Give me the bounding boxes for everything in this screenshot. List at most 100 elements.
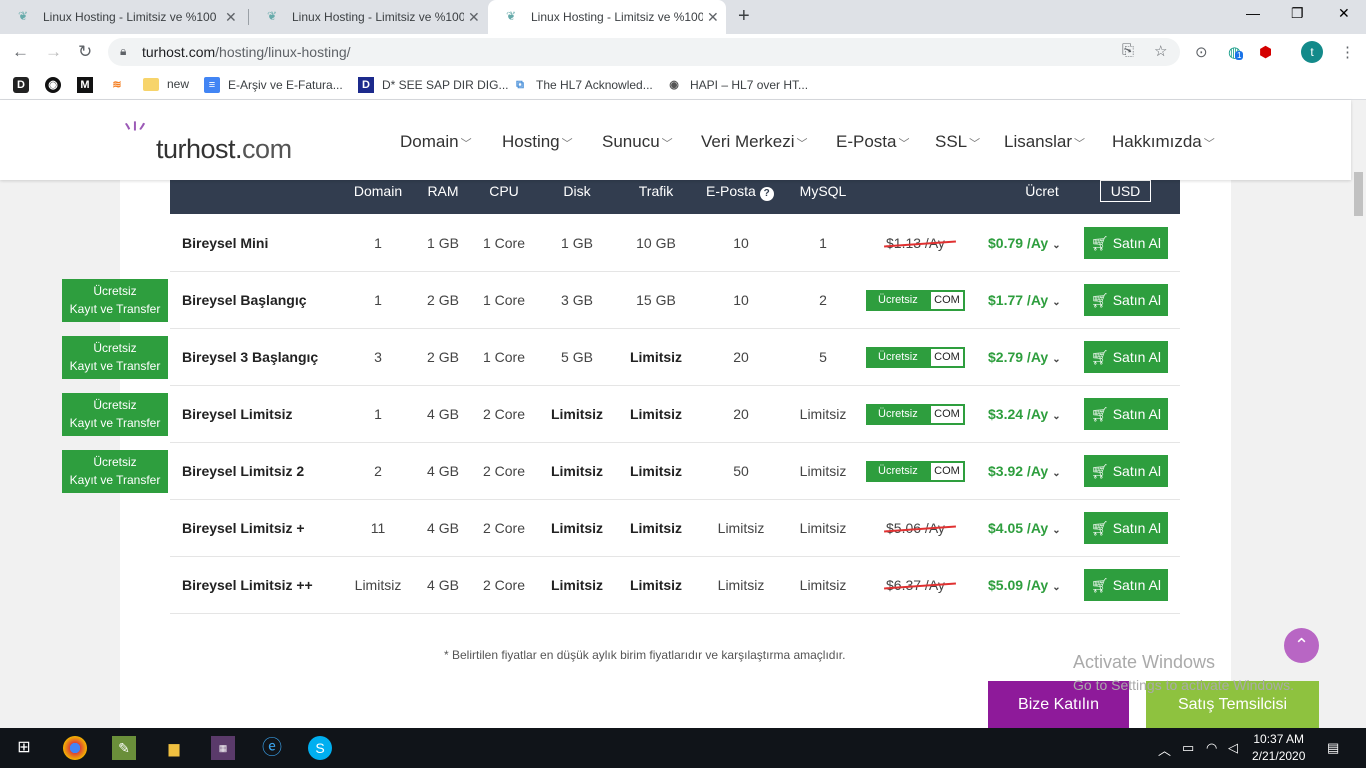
free-com-badge: Ücretsiz COM <box>866 404 965 425</box>
file-explorer-icon[interactable]: ▆ <box>162 736 186 760</box>
back-icon[interactable]: ← <box>12 42 29 62</box>
free-com-badge: Ücretsiz COM <box>866 461 965 482</box>
app-icon[interactable]: ▦ <box>211 736 235 760</box>
notepad-icon[interactable]: ✎ <box>112 736 136 760</box>
system-clock[interactable]: 10:37 AM 2/21/2020 <box>1252 731 1305 765</box>
table-row: Bireysel Mini 1 1 GB 1 Core 1 GB 10 GB 10 1 $1.1… <box>170 215 1180 272</box>
scroll-to-top-button[interactable]: ⌃ <box>1284 628 1319 663</box>
nav-veri-merkezi[interactable]: Veri Merkezi ﹀ <box>701 132 808 152</box>
table-row: Bireysel 3 Başlangıç 3 2 GB 1 Core 5 GB Limit… <box>170 329 1180 386</box>
buy-button[interactable]: 🛒︎ Satın Al <box>1084 455 1168 487</box>
price-selector[interactable]: $3.24 /Ay ⌄ <box>988 406 1061 422</box>
nav-eposta[interactable]: E-Posta ﹀ <box>836 132 909 152</box>
nav-ssl[interactable]: SSL ﹀ <box>935 132 980 152</box>
menu-kebab-icon[interactable]: ⋮ <box>1340 43 1355 61</box>
nav-lisanslar[interactable]: Lisanslar ﹀ <box>1004 132 1085 152</box>
chrome-taskbar-icon[interactable] <box>63 736 87 760</box>
new-tab-button[interactable]: + <box>738 5 750 28</box>
buy-button[interactable]: 🛒︎ Satın Al <box>1084 227 1168 259</box>
profile-avatar[interactable]: t <box>1301 41 1323 63</box>
volume-icon[interactable]: ◁ <box>1228 740 1238 756</box>
help-icon[interactable]: ? <box>759 187 774 201</box>
skype-icon[interactable]: S <box>308 736 332 760</box>
logo-text: turhost.com <box>156 134 292 164</box>
cell-email: 10 <box>733 292 749 308</box>
windows-start-icon[interactable]: ⊞ <box>12 736 36 760</box>
scrollbar-thumb[interactable] <box>1354 172 1363 216</box>
translate-icon[interactable]: ⎘ <box>1122 42 1134 59</box>
forward-icon[interactable]: → <box>45 42 62 62</box>
nav-hosting[interactable]: Hosting ﹀ <box>502 132 573 152</box>
bookmark-hapi[interactable]: ◉ HAPI – HL7 over HT... <box>666 77 808 93</box>
table-row: Bireysel Limitsiz 2 2 4 GB 2 Core Limitsiz Li… <box>170 443 1180 500</box>
turhost-logo[interactable]: ⺌ turhost.com <box>122 114 302 164</box>
cell-domain: 2 <box>374 463 382 479</box>
notifications-icon[interactable]: ▤ <box>1327 740 1339 756</box>
page-scrollbar[interactable] <box>1351 100 1366 728</box>
buy-button[interactable]: 🛒︎ Satın Al <box>1084 284 1168 316</box>
tray-chevron-icon[interactable]: ︿ <box>1158 740 1171 759</box>
cell-traffic: Limitsiz <box>629 577 683 593</box>
cell-mysql: Limitsiz <box>799 577 847 593</box>
table-row: Bireysel Limitsiz 1 4 GB 2 Core Limitsiz Limi… <box>170 386 1180 443</box>
price-selector[interactable]: $2.79 /Ay ⌄ <box>988 349 1061 365</box>
chevron-down-icon: ﹀ <box>460 138 472 150</box>
cell-disk: 3 GB <box>561 292 593 308</box>
bookmark-label: E-Arşiv ve E-Fatura... <box>228 78 343 92</box>
table-row: Bireysel Limitsiz + 11 4 GB 2 Core Limitsiz L… <box>170 500 1180 557</box>
nav-sunucu[interactable]: Sunucu ﹀ <box>602 132 673 152</box>
cell-mysql: 2 <box>819 292 827 308</box>
github-icon: ◉ <box>45 77 61 93</box>
bookmark-stackoverflow[interactable]: ≋ <box>109 77 133 93</box>
close-window-icon[interactable]: ✕ <box>1338 5 1350 22</box>
nav-hakkimizda[interactable]: Hakkımızda ﹀ <box>1112 132 1215 152</box>
restore-icon[interactable]: ❐ <box>1291 5 1304 22</box>
tab-title: Linux Hosting - Limitsiz ve %100 <box>43 10 217 24</box>
bookmark-github[interactable]: ◉ <box>45 77 69 93</box>
currency-selector[interactable]: USD <box>1100 180 1151 202</box>
folder-icon <box>143 77 159 91</box>
wifi-icon[interactable]: ◠ <box>1206 740 1217 756</box>
close-tab-icon[interactable]: ✕ <box>468 9 480 26</box>
bookmark-sap[interactable]: D D* SEE SAP DIR DIG... <box>358 77 508 93</box>
price-selector[interactable]: $5.09 /Ay ⌄ <box>988 577 1061 593</box>
address-bar[interactable]: 🔒︎ turhost.com/hosting/linux-hosting/ ⎘ … <box>108 38 1180 66</box>
browser-tab-active[interactable]: ❦ Linux Hosting - Limitsiz ve %100 ✕ <box>488 0 726 34</box>
close-tab-icon[interactable]: ✕ <box>225 9 237 26</box>
chevron-down-icon: ⌄ <box>1052 240 1061 251</box>
ad-block-icon[interactable]: ⬢ <box>1259 43 1272 61</box>
price-selector[interactable]: $3.92 /Ay ⌄ <box>988 463 1061 479</box>
bookmark-star-icon[interactable]: ☆ <box>1154 42 1167 60</box>
reload-icon[interactable]: ↻ <box>78 42 92 62</box>
buy-button[interactable]: 🛒︎ Satın Al <box>1084 569 1168 601</box>
battery-icon[interactable]: ▭ <box>1182 740 1194 756</box>
price-selector[interactable]: $0.79 /Ay ⌄ <box>988 235 1061 251</box>
stackoverflow-icon: ≋ <box>112 79 122 91</box>
extension-icon[interactable]: ⊙ <box>1195 43 1208 61</box>
buy-button[interactable]: 🛒︎ Satın Al <box>1084 512 1168 544</box>
extension-icon[interactable]: ◍1 <box>1228 43 1244 61</box>
buy-button[interactable]: 🛒︎ Satın Al <box>1084 398 1168 430</box>
price-selector[interactable]: $4.05 /Ay ⌄ <box>988 520 1061 536</box>
url-text: turhost.com/hosting/linux-hosting/ <box>142 44 351 60</box>
minimize-icon[interactable]: — <box>1246 5 1260 21</box>
buy-button[interactable]: 🛒︎ Satın Al <box>1084 341 1168 373</box>
bookmark-earsiv[interactable]: ≡ E-Arşiv ve E-Fatura... <box>204 77 343 93</box>
browser-tab[interactable]: ❦ Linux Hosting - Limitsiz ve %100 ✕ <box>249 0 487 34</box>
browser-tab[interactable]: ❦ Linux Hosting - Limitsiz ve %100 ✕ <box>0 0 248 34</box>
cell-email: 10 <box>733 235 749 251</box>
internet-explorer-icon[interactable]: ⓔ <box>260 736 284 760</box>
free-domain-ribbon: Ücretsiz Kayıt ve Transfer <box>62 393 168 436</box>
cell-domain: 1 <box>374 235 382 251</box>
price-selector[interactable]: $1.77 /Ay ⌄ <box>988 292 1061 308</box>
free-domain-ribbon: Ücretsiz Kayıt ve Transfer <box>62 450 168 493</box>
d-app-icon: D <box>13 77 29 93</box>
bookmark-folder-new[interactable]: new <box>143 77 189 91</box>
nav-domain[interactable]: Domain ﹀ <box>400 132 472 152</box>
bookmark-d[interactable]: D <box>13 77 37 93</box>
cell-domain: 3 <box>374 349 382 365</box>
close-tab-icon[interactable]: ✕ <box>707 9 719 26</box>
bookmark-hl7[interactable]: ⧉ The HL7 Acknowled... <box>512 77 653 93</box>
bookmark-medium[interactable]: M <box>77 77 101 93</box>
logo-mark-icon: ⺌ <box>122 119 149 149</box>
